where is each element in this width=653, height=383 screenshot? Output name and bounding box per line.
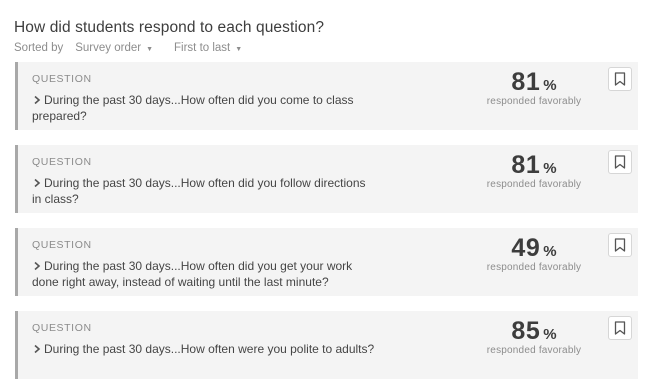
- favorable-caption: responded favorably: [486, 262, 582, 273]
- percent-value: 85: [511, 317, 541, 345]
- percent-value: 81: [511, 68, 541, 96]
- question-label: QUESTION: [32, 73, 92, 85]
- question-text: During the past 30 days...How often did …: [32, 259, 353, 289]
- percent-sign: %: [543, 326, 557, 343]
- sort-direction-dropdown[interactable]: First to last ▼: [174, 42, 242, 54]
- question-toggle[interactable]: During the past 30 days...How often did …: [32, 176, 377, 207]
- sort-bar: Sorted by Survey order ▼ First to last ▼: [14, 42, 242, 54]
- question-card: QUESTION During the past 30 days...How o…: [15, 62, 638, 130]
- sort-order-dropdown[interactable]: Survey order ▼: [75, 42, 153, 54]
- chevron-right-icon: [34, 95, 41, 105]
- favorable-score: 85% responded favorably: [478, 317, 590, 356]
- question-label: QUESTION: [32, 322, 92, 334]
- question-text: During the past 30 days...How often did …: [32, 176, 366, 206]
- question-toggle[interactable]: During the past 30 days...How often did …: [32, 259, 377, 290]
- question-card: QUESTION During the past 30 days...How o…: [15, 145, 638, 213]
- bookmark-button[interactable]: [608, 233, 632, 257]
- question-toggle[interactable]: During the past 30 days...How often were…: [32, 342, 377, 358]
- favorable-caption: responded favorably: [486, 179, 582, 190]
- bookmark-button[interactable]: [608, 316, 632, 340]
- percent-sign: %: [543, 77, 557, 94]
- bookmark-button[interactable]: [608, 67, 632, 91]
- question-toggle[interactable]: During the past 30 days...How often did …: [32, 93, 377, 124]
- question-label: QUESTION: [32, 156, 92, 168]
- sorted-by-label: Sorted by: [14, 42, 64, 54]
- question-card: QUESTION During the past 30 days...How o…: [15, 228, 638, 296]
- percent-sign: %: [543, 160, 557, 177]
- percent-value: 49: [511, 234, 541, 262]
- bookmark-button[interactable]: [608, 150, 632, 174]
- percent-value: 81: [511, 151, 541, 179]
- caret-down-icon: ▼: [235, 45, 243, 53]
- bookmark-icon: [614, 321, 626, 335]
- question-label: QUESTION: [32, 239, 92, 251]
- favorable-score: 81% responded favorably: [478, 151, 590, 190]
- question-text: During the past 30 days...How often were…: [44, 342, 375, 356]
- question-text: During the past 30 days...How often did …: [32, 93, 354, 123]
- bookmark-icon: [614, 155, 626, 169]
- survey-results-page: How did students respond to each questio…: [0, 0, 653, 383]
- bookmark-icon: [614, 238, 626, 252]
- page-title: How did students respond to each questio…: [14, 19, 325, 36]
- chevron-right-icon: [34, 178, 41, 188]
- favorable-score: 49% responded favorably: [478, 234, 590, 273]
- bookmark-icon: [614, 72, 626, 86]
- favorable-score: 81% responded favorably: [478, 68, 590, 107]
- question-card: QUESTION During the past 30 days...How o…: [15, 311, 638, 379]
- chevron-right-icon: [34, 344, 41, 354]
- chevron-right-icon: [34, 261, 41, 271]
- sort-order-value: Survey order: [75, 42, 142, 54]
- percent-sign: %: [543, 243, 557, 260]
- sort-direction-value: First to last: [174, 42, 231, 54]
- favorable-caption: responded favorably: [486, 96, 582, 107]
- caret-down-icon: ▼: [146, 45, 154, 53]
- favorable-caption: responded favorably: [486, 345, 582, 356]
